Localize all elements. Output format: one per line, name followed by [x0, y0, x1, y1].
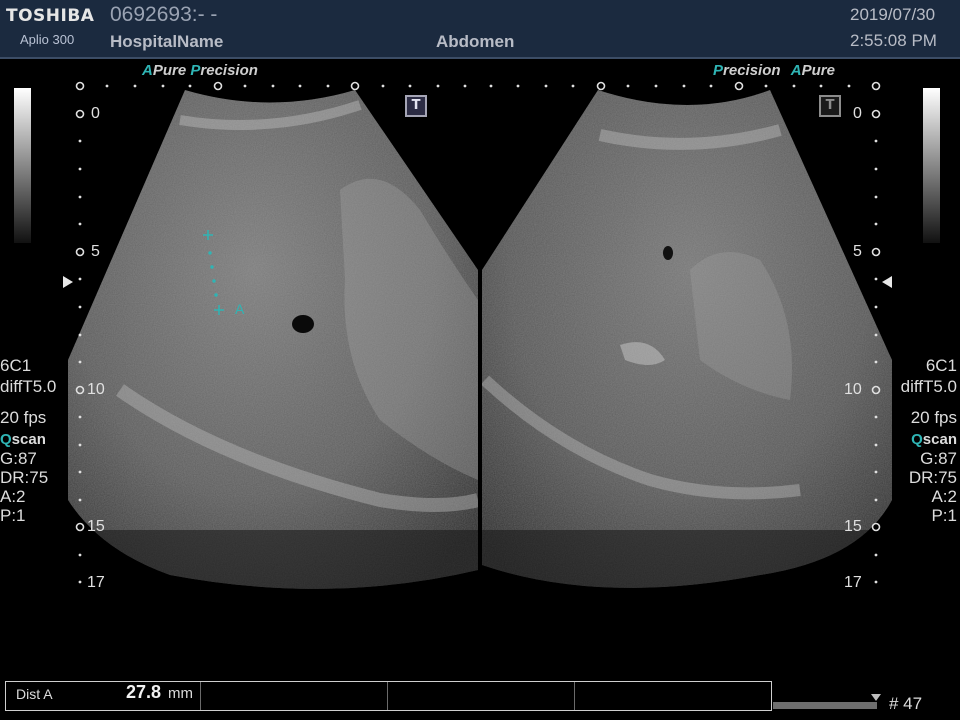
model-name: Aplio 300: [20, 32, 75, 47]
left-params-panel: 6C1 diffT5.0 20 fps Qscan G:87 DR:75 A:2…: [0, 355, 56, 525]
probe-label: 6C1: [925, 356, 957, 375]
apure-precision-tag-right: Precision APure: [713, 62, 835, 79]
qscan-label: Qscan: [0, 431, 46, 448]
patient-id: 0692693:- -: [110, 3, 218, 26]
depth-label-0-left: 0: [91, 105, 100, 122]
a-param-label: A:2: [931, 487, 957, 506]
measurement-cell-empty[interactable]: [201, 682, 388, 710]
depth-label-15-right: 15: [844, 518, 862, 535]
depth-label-5-right: 5: [853, 243, 862, 260]
right-ultrasound-image[interactable]: [475, 80, 905, 620]
fps-label: 20 fps: [0, 408, 47, 427]
width-scale-top: [75, 81, 881, 91]
measurement-cell-empty[interactable]: [388, 682, 575, 710]
grayscale-bar-right: [923, 88, 940, 243]
apure-precision-tag-left: APure Precision: [142, 62, 258, 79]
depth-label-10-left: 10: [87, 381, 105, 398]
measurement-cell-empty[interactable]: [575, 682, 770, 710]
depth-label-10-right: 10: [844, 381, 862, 398]
t-marker-left-icon[interactable]: T: [405, 95, 427, 117]
p-param-label: P:1: [931, 506, 957, 525]
dynamic-range-label: DR:75: [908, 468, 957, 487]
depth-label-5-left: 5: [91, 243, 100, 260]
header-divider: [0, 57, 960, 59]
a-param-label: A:2: [0, 487, 26, 506]
depth-label-17-left: 17: [87, 574, 105, 591]
depth-label-17-right: 17: [844, 574, 862, 591]
dynamic-range-label: DR:75: [0, 468, 49, 487]
t-marker-right-icon[interactable]: T: [819, 95, 841, 117]
ultrasound-display[interactable]: [0, 60, 960, 620]
measurement-value: 27.8: [126, 682, 162, 702]
exam-time: 2:55:08 PM: [850, 31, 937, 50]
caliper-label: A: [235, 301, 245, 317]
left-ultrasound-image[interactable]: [60, 80, 490, 620]
probe-label: 6C1: [0, 356, 32, 375]
measurement-cell-dist-a[interactable]: Dist A 27.8 mm: [6, 682, 201, 710]
exam-date: 2019/07/30: [850, 5, 936, 24]
frame-counter: # 47: [889, 694, 923, 713]
filter-label: diffT5.0: [0, 377, 57, 396]
focus-marker-left[interactable]: [63, 276, 73, 288]
measurement-label: Dist A: [16, 686, 53, 702]
gain-label: G:87: [0, 449, 37, 468]
measurement-unit: mm: [168, 685, 193, 702]
p-param-label: P:1: [0, 506, 26, 525]
depth-label-15-left: 15: [87, 518, 105, 535]
cine-position-marker-icon[interactable]: [871, 694, 881, 701]
focus-marker-right[interactable]: [882, 276, 892, 288]
grayscale-bar-left: [14, 88, 31, 243]
depth-label-0-right: 0: [853, 105, 862, 122]
gain-label: G:87: [920, 449, 957, 468]
measurement-table[interactable]: Dist A 27.8 mm: [5, 681, 772, 711]
exam-preset: Abdomen: [436, 32, 515, 51]
right-params-panel: 6C1 diffT5.0 20 fps Qscan G:87 DR:75 A:2…: [901, 355, 957, 525]
qscan-label: Qscan: [911, 431, 957, 448]
filter-label: diffT5.0: [900, 377, 957, 396]
fps-label: 20 fps: [910, 408, 957, 427]
cine-scroll-bar[interactable]: [773, 702, 877, 709]
hospital-name: HospitalName: [110, 32, 224, 51]
brand-logo: TOSHIBA: [6, 6, 95, 26]
